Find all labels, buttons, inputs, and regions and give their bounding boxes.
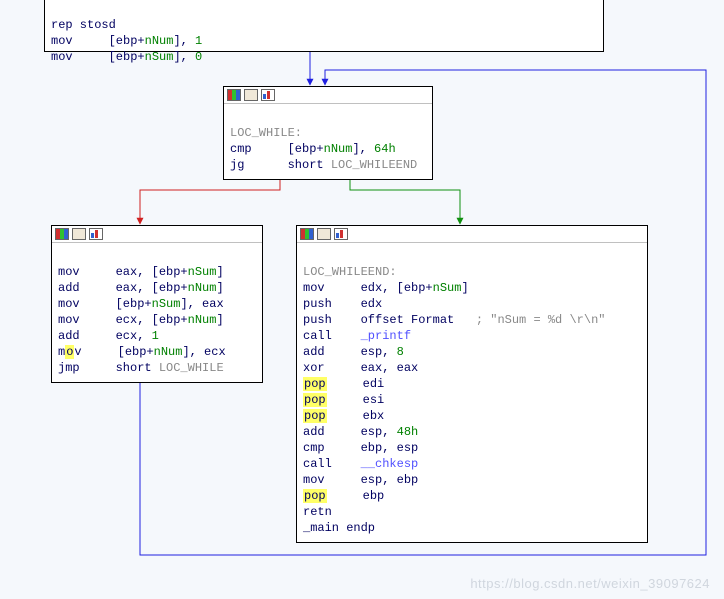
block-titlebar (52, 226, 262, 243)
tool-icon (72, 228, 86, 240)
code-block: LOC_WHILE: cmp [ebp+nNum], 64h jg short … (224, 104, 432, 179)
rgb-icon (300, 228, 314, 240)
block-init[interactable]: rep stosd mov [ebp+nNum], 1 mov [ebp+nSu… (44, 0, 604, 52)
chart-icon (334, 228, 348, 240)
chart-icon (261, 89, 275, 101)
code-block: rep stosd mov [ebp+nNum], 1 mov [ebp+nSu… (45, 0, 603, 71)
chart-icon (89, 228, 103, 240)
block-titlebar (297, 226, 647, 243)
tool-icon (317, 228, 331, 240)
block-titlebar (224, 87, 432, 104)
rgb-icon (55, 228, 69, 240)
block-loc-while[interactable]: LOC_WHILE: cmp [ebp+nNum], 64h jg short … (223, 86, 433, 180)
tool-icon (244, 89, 258, 101)
block-loop-body[interactable]: mov eax, [ebp+nSum] add eax, [ebp+nNum] … (51, 225, 263, 383)
rgb-icon (227, 89, 241, 101)
watermark: https://blog.csdn.net/weixin_39097624 (470, 576, 710, 591)
code-block: mov eax, [ebp+nSum] add eax, [ebp+nNum] … (52, 243, 262, 382)
code-block: LOC_WHILEEND: mov edx, [ebp+nSum] push e… (297, 243, 647, 542)
block-loc-whileend[interactable]: LOC_WHILEEND: mov edx, [ebp+nSum] push e… (296, 225, 648, 543)
